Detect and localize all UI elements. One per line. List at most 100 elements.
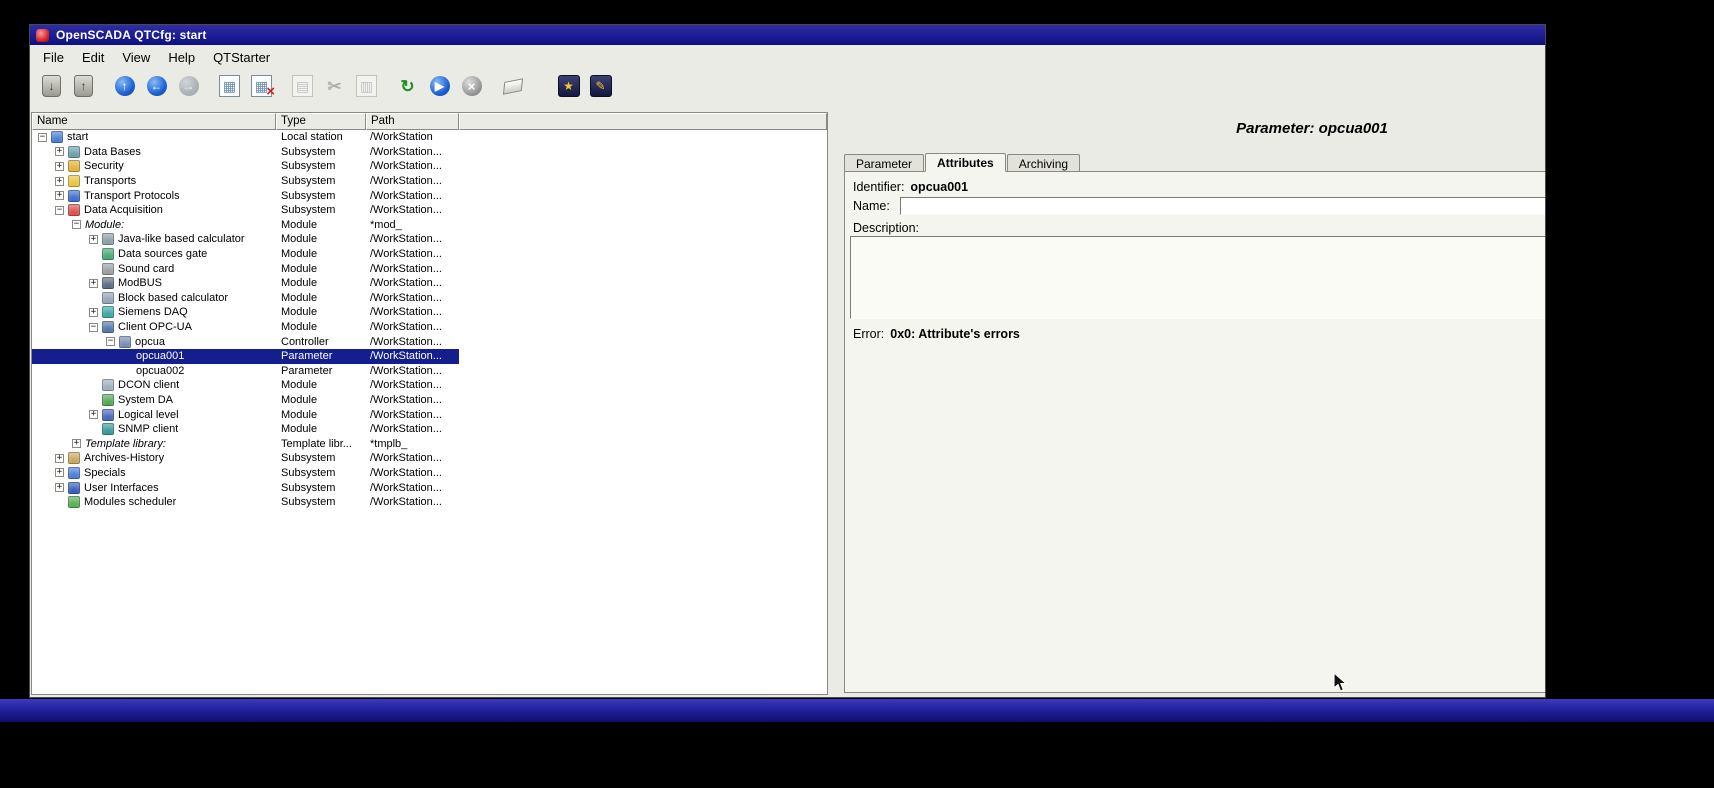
tree-row-archives-history[interactable]: +Archives-HistorySubsystem/WorkStation..… — [32, 451, 459, 466]
stop-updating-button[interactable]: × — [458, 73, 485, 100]
expand-plus-icon[interactable]: + — [89, 279, 98, 288]
column-header-type[interactable]: Type — [276, 113, 366, 130]
tree-row-logical-level[interactable]: +Logical levelModule/WorkStation... — [32, 407, 459, 422]
window-title: OpenSCADA QTCfg: start — [56, 28, 207, 42]
tree-row-client-opc-ua[interactable]: −Client OPC-UAModule/WorkStation... — [32, 320, 459, 335]
expand-plus-icon[interactable]: + — [89, 235, 98, 244]
expand-plus-icon[interactable]: + — [89, 410, 98, 419]
tree-row-security[interactable]: +SecuritySubsystem/WorkStation... — [32, 159, 459, 174]
screen: OpenSCADA QTCfg: start FileEditViewHelpQ… — [0, 0, 1714, 788]
copy-item-button: ▤ — [289, 73, 316, 100]
expand-plus-icon[interactable]: + — [55, 162, 64, 171]
tree-row-transport-protocols[interactable]: +Transport ProtocolsSubsystem/WorkStatio… — [32, 188, 459, 203]
go-back-button[interactable]: ← — [143, 73, 170, 100]
menu-item-qtstarter[interactable]: QTStarter — [204, 47, 279, 68]
collapse-minus-icon[interactable]: − — [55, 206, 64, 215]
tree-item-label: Java-like based calculator — [118, 233, 245, 245]
menu-item-edit[interactable]: Edit — [73, 47, 113, 68]
collapse-minus-icon[interactable]: − — [72, 220, 81, 229]
tree-cell-name: +Logical level — [32, 409, 276, 421]
expand-plus-icon[interactable]: + — [55, 177, 64, 186]
tree-item-label: User Interfaces — [84, 482, 159, 494]
refresh-button[interactable]: ↻ — [394, 73, 421, 100]
expand-plus-icon[interactable]: + — [55, 454, 64, 463]
tree-row-opcua002[interactable]: opcua002Parameter/WorkStation... — [32, 364, 459, 379]
tree-row-modbus[interactable]: +ModBUSModule/WorkStation... — [32, 276, 459, 291]
save-to-db-button[interactable]: ↑ — [70, 73, 97, 100]
expand-plus-icon[interactable]: + — [55, 483, 64, 492]
tree-cell-type: Parameter — [276, 350, 366, 362]
tree-row-user-interfaces[interactable]: +User InterfacesSubsystem/WorkStation... — [32, 480, 459, 495]
tree-row-modules-scheduler[interactable]: Modules schedulerSubsystem/WorkStation..… — [32, 495, 459, 510]
sound-icon — [102, 263, 114, 275]
tree-row-siemens-daq[interactable]: +Siemens DAQModule/WorkStation... — [32, 305, 459, 320]
start-updating-button[interactable]: ▶ — [426, 73, 453, 100]
tree-row-template-library[interactable]: +Template library:Template libr...*tmplb… — [32, 436, 459, 451]
load-from-db-button[interactable]: ↓ — [38, 73, 65, 100]
expand-plus-icon[interactable]: + — [89, 308, 98, 317]
tree-row-start[interactable]: −startLocal station/WorkStation — [32, 130, 459, 145]
paste-item-button: ▥ — [353, 73, 380, 100]
expander-spacer — [89, 264, 98, 273]
tree-row-system-da[interactable]: System DAModule/WorkStation... — [32, 393, 459, 408]
tree-cell-name: − start — [32, 131, 276, 143]
qtstarter-tool-button[interactable]: ✎ — [587, 73, 614, 100]
tree-cell-name: Modules scheduler — [32, 496, 276, 508]
tree-row-data-acquisition[interactable]: −Data AcquisitionSubsystem/WorkStation..… — [32, 203, 459, 218]
tree-row-block-based-calculator[interactable]: Block based calculatorModule/WorkStation… — [32, 291, 459, 306]
tree-cell-name: −Module: — [32, 219, 276, 231]
tree-row-java-like-based-calculator[interactable]: +Java-like based calculatorModule/WorkSt… — [32, 232, 459, 247]
column-header-name[interactable]: Name — [32, 113, 276, 130]
go-up-button[interactable]: ↑ — [111, 73, 138, 100]
identifier-value: opcua001 — [910, 180, 968, 194]
tree-row-module[interactable]: −Module:Module*mod_ — [32, 218, 459, 233]
expand-plus-icon[interactable]: + — [55, 191, 64, 200]
tree-item-label: start — [67, 131, 88, 143]
tree-cell-path: /WorkStation... — [366, 496, 459, 508]
tree-cell-name: Sound card — [32, 263, 276, 275]
add-item-button[interactable]: ▦ — [216, 73, 243, 100]
tree-cell-name: Data sources gate — [32, 248, 276, 260]
tab-attributes[interactable]: Attributes — [925, 153, 1006, 172]
tree-row-specials[interactable]: +SpecialsSubsystem/WorkStation... — [32, 466, 459, 481]
description-label: Description: — [853, 221, 919, 235]
tree-cell-name: + Java-like based calculator — [32, 233, 276, 245]
tree-row-opcua001[interactable]: opcua001Parameter/WorkStation... — [32, 349, 459, 364]
collapse-minus-icon[interactable]: − — [89, 323, 98, 332]
collapse-minus-icon[interactable]: − — [106, 337, 115, 346]
column-header-path[interactable]: Path — [366, 113, 459, 130]
expand-plus-icon[interactable]: + — [72, 439, 81, 448]
expand-plus-icon[interactable]: + — [55, 147, 64, 156]
qtstarter-configurator-button[interactable]: ★ — [555, 73, 582, 100]
tree-row-snmp-client[interactable]: SNMP clientModule/WorkStation... — [32, 422, 459, 437]
tree-row-dcon-client[interactable]: DCON clientModule/WorkStation... — [32, 378, 459, 393]
erase-changes-button[interactable] — [499, 73, 526, 100]
error-label: Error: — [853, 327, 884, 341]
tree-row-opcua[interactable]: −opcuaController/WorkStation... — [32, 334, 459, 349]
delete-item-button[interactable]: ▦× — [248, 73, 275, 100]
tree-item-label: Specials — [84, 467, 126, 479]
tree-cell-name: +Security — [32, 160, 276, 172]
tab-parameter[interactable]: Parameter — [844, 154, 924, 171]
tree-cell-type: Module — [276, 306, 366, 318]
collapse-minus-icon[interactable]: − — [38, 133, 47, 142]
name-input[interactable] — [900, 197, 1545, 215]
tree-cell-name: +Siemens DAQ — [32, 306, 276, 318]
tree-row-sound-card[interactable]: Sound cardModule/WorkStation... — [32, 261, 459, 276]
menu-item-view[interactable]: View — [113, 47, 159, 68]
name-label: Name: — [853, 199, 890, 213]
menu-item-file[interactable]: File — [34, 47, 73, 68]
menu-item-help[interactable]: Help — [159, 47, 204, 68]
tree-item-label: Modules scheduler — [84, 496, 176, 508]
expand-plus-icon[interactable]: + — [55, 468, 64, 477]
toolbar-separator — [490, 74, 499, 98]
tab-archiving[interactable]: Archiving — [1007, 154, 1080, 171]
tree-row-data-sources-gate[interactable]: Data sources gateModule/WorkStation... — [32, 247, 459, 262]
description-textarea[interactable] — [850, 236, 1545, 319]
tree-item-label: Module: — [85, 219, 124, 231]
title-bar[interactable]: OpenSCADA QTCfg: start — [30, 25, 1545, 45]
splitter[interactable] — [828, 112, 842, 695]
tree-row-transports[interactable]: +TransportsSubsystem/WorkStation... — [32, 174, 459, 189]
tree-row-data-bases[interactable]: +Data BasesSubsystem/WorkStation... — [32, 145, 459, 160]
tree-item-label: Data Acquisition — [84, 204, 163, 216]
